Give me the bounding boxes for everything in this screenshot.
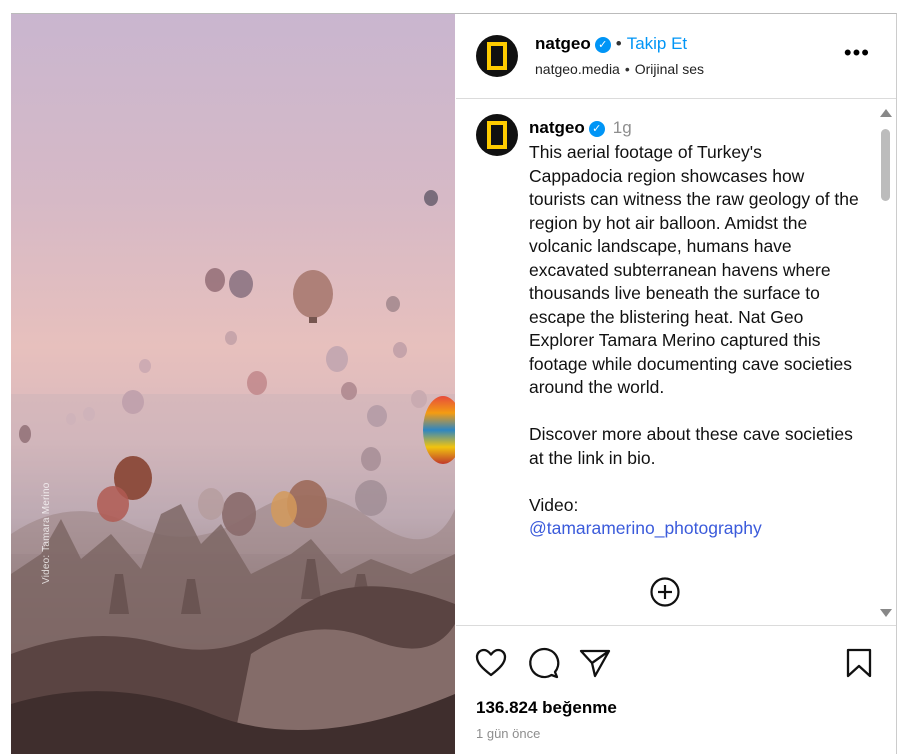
post-video[interactable]: Video: Tamara Merino [11,14,455,754]
audio-link[interactable]: Orijinal ses [635,61,704,77]
heart-icon[interactable] [474,646,508,680]
verified-badge-icon: ✓ [594,37,611,53]
scroll-up-arrow-icon[interactable] [880,109,892,117]
video-by-block: Video: @tamaramerino_photography [529,494,859,541]
account-link[interactable]: natgeo.media [535,61,620,77]
caption-username[interactable]: natgeo [529,118,585,137]
caption-paragraph: This aerial footage of Turkey's Cappadoc… [529,142,859,397]
header-user-line: natgeo ✓ • Takip Et [535,34,687,54]
separator-dot: • [624,61,630,77]
photographer-link[interactable]: @tamaramerino_photography [529,518,762,538]
comment-icon[interactable] [526,646,560,680]
header-subline: natgeo.media • Orijinal ses [535,61,704,77]
post-header: natgeo ✓ • Takip Et natgeo.media • Orijinal s… [456,14,896,99]
post-actions: 136.824 beğenme 1 gün önce [456,625,896,755]
caption-paragraph: Discover more about these cave societies… [529,424,853,468]
likes-count[interactable]: 136.824 beğenme [476,698,617,718]
header-username[interactable]: natgeo [535,34,591,53]
video-by-label: Video: [529,494,579,515]
caption-user-line: natgeo ✓ 1g [529,118,632,138]
send-icon[interactable] [578,646,612,680]
post-side-panel: natgeo ✓ • Takip Et natgeo.media • Orijinal s… [456,14,896,754]
caption-time: 1g [612,118,632,137]
more-options-icon[interactable]: ••• [844,40,870,66]
bookmark-icon[interactable] [842,646,876,680]
video-credit: Video: Tamara Merino [41,482,52,584]
caption-scrollbar[interactable] [878,109,892,617]
plus-circle-icon[interactable] [649,576,681,608]
separator-dot: • [615,34,622,53]
caption-scroll-area[interactable]: natgeo ✓ 1g This aerial footage of Turkey'… [456,99,896,624]
caption-text: This aerial footage of Turkey's Cappadoc… [529,141,859,541]
follow-button[interactable]: Takip Et [627,34,687,53]
natgeo-logo-icon[interactable] [476,35,518,77]
balloon-scene [11,190,455,754]
scroll-down-arrow-icon[interactable] [880,609,892,617]
verified-badge-icon: ✓ [588,121,605,137]
scroll-thumb[interactable] [881,129,890,201]
post-time-ago[interactable]: 1 gün önce [476,726,540,741]
natgeo-logo-icon[interactable] [476,114,518,156]
